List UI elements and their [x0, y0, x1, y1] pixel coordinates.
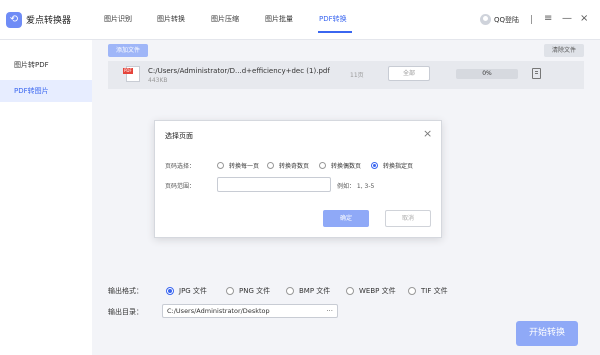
- open-folder-icon[interactable]: [532, 68, 541, 79]
- pdf-tag: PDF: [123, 68, 133, 74]
- radio-dot: [267, 162, 274, 169]
- format-bmp-radio[interactable]: BMP 文件: [286, 286, 330, 296]
- output-dir-field[interactable]: C:/Users/Administrator/Desktop ···: [162, 304, 338, 318]
- radio-dot: [286, 287, 294, 295]
- output-format-label: 输出格式：: [108, 287, 143, 295]
- app-logo-icon: ⟲: [6, 12, 22, 28]
- progress-bar: 0%: [456, 69, 518, 79]
- qq-login-link[interactable]: QQ登陆: [494, 15, 519, 25]
- minimize-icon[interactable]: —: [562, 12, 572, 26]
- format-webp-radio[interactable]: WEBP 文件: [346, 286, 396, 296]
- menu-icon[interactable]: ≡: [544, 12, 552, 26]
- format-png-radio[interactable]: PNG 文件: [226, 286, 270, 296]
- progress-text: 0%: [482, 70, 492, 77]
- radio-dot: [346, 287, 354, 295]
- file-name: C:/Users/Administrator/D...d+efficiency+…: [148, 67, 330, 75]
- page-select-button[interactable]: 全部: [388, 66, 430, 81]
- cancel-button[interactable]: 取消: [385, 210, 431, 227]
- format-tif-label: TIF 文件: [421, 287, 448, 295]
- sidebar: 图片转PDF PDF转图片: [0, 40, 92, 355]
- option-specified-pages-label: 转换指定页: [383, 163, 414, 170]
- option-odd-pages[interactable]: 转换奇数页: [267, 161, 309, 170]
- close-icon[interactable]: ×: [580, 12, 588, 26]
- tab-image-convert[interactable]: 图片转换: [157, 14, 185, 24]
- option-even-pages-label: 转换偶数页: [331, 163, 362, 170]
- option-even-pages[interactable]: 转换偶数页: [319, 161, 361, 170]
- format-bmp-label: BMP 文件: [299, 287, 331, 295]
- title-bar: ⟲ 爱点转换器 图片识别 图片转换 图片压缩 图片批量 PDF转换 QQ登陆 ≡…: [0, 0, 600, 40]
- radio-dot: [226, 287, 234, 295]
- tab-image-batch[interactable]: 图片批量: [265, 14, 293, 24]
- add-file-button[interactable]: 添加文件: [108, 44, 148, 57]
- radio-dot: [319, 162, 326, 169]
- output-dir-label: 输出目录：: [108, 308, 143, 316]
- select-pages-dialog: 选择页面 × 页码选择： 转换每一页 转换奇数页 转换偶数页 转换指定页 页码范…: [154, 120, 442, 238]
- radio-dot: [408, 287, 416, 295]
- radio-dot: [166, 287, 174, 295]
- radio-dot: [371, 162, 378, 169]
- tab-image-compress[interactable]: 图片压缩: [211, 14, 239, 24]
- sidebar-item-pdf-to-image[interactable]: PDF转图片: [0, 80, 92, 102]
- confirm-button[interactable]: 确定: [323, 210, 369, 227]
- option-every-page[interactable]: 转换每一页: [217, 161, 259, 170]
- option-every-page-label: 转换每一页: [229, 163, 260, 170]
- page-count: 11页: [350, 72, 364, 79]
- dialog-title: 选择页面: [165, 132, 193, 140]
- format-webp-label: WEBP 文件: [359, 287, 396, 295]
- pdf-file-icon: PDF: [123, 66, 140, 82]
- page-range-label: 页码范围：: [165, 183, 196, 190]
- radio-dot: [217, 162, 224, 169]
- start-convert-button[interactable]: 开始转换: [516, 321, 578, 346]
- dialog-close-icon[interactable]: ×: [423, 128, 432, 140]
- output-dir-value: C:/Users/Administrator/Desktop: [167, 307, 270, 315]
- clear-files-button[interactable]: 清除文件: [544, 44, 584, 57]
- page-range-example: 例如： 1, 3-5: [337, 183, 375, 190]
- page-range-input[interactable]: [217, 177, 331, 192]
- format-jpg-label: JPG 文件: [179, 287, 207, 295]
- active-tab-indicator: [318, 31, 352, 33]
- app-title: 爱点转换器: [26, 16, 72, 26]
- divider: [531, 15, 532, 24]
- tab-pdf-convert[interactable]: PDF转换: [319, 14, 347, 24]
- format-tif-radio[interactable]: TIF 文件: [408, 286, 448, 296]
- page-select-label: 页码选择：: [165, 163, 196, 170]
- format-jpg-radio[interactable]: JPG 文件: [166, 286, 207, 296]
- option-specified-pages[interactable]: 转换指定页: [371, 161, 413, 170]
- sidebar-item-image-to-pdf[interactable]: 图片转PDF: [0, 54, 92, 76]
- format-png-label: PNG 文件: [239, 287, 271, 295]
- option-odd-pages-label: 转换奇数页: [279, 163, 310, 170]
- browse-more-icon[interactable]: ···: [326, 305, 333, 317]
- file-row: PDF C:/Users/Administrator/D...d+efficie…: [108, 61, 584, 89]
- file-size: 443KB: [148, 77, 168, 84]
- user-avatar-icon[interactable]: [480, 14, 491, 25]
- tab-image-recognition[interactable]: 图片识别: [104, 14, 132, 24]
